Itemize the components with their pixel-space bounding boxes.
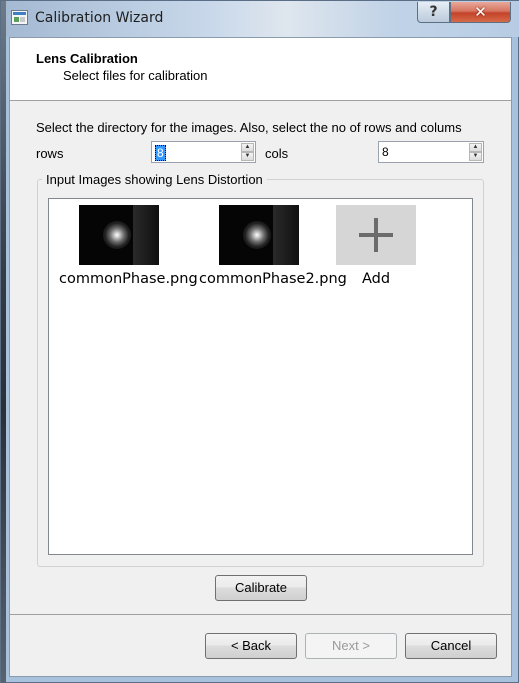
cols-down-arrow-icon[interactable]: ▼ [469, 152, 482, 161]
plus-icon[interactable] [336, 205, 416, 265]
help-button[interactable]: ? [417, 2, 450, 23]
rows-up-arrow-icon[interactable]: ▲ [241, 143, 254, 152]
background-window-edge [1, 1, 6, 683]
page-subtitle: Select files for calibration [63, 68, 208, 83]
footer-divider [10, 614, 511, 615]
wizard-client-area: Lens Calibration Select files for calibr… [9, 37, 512, 677]
image-filename: commonPhase.png [59, 271, 198, 287]
instruction-text: Select the directory for the images. Als… [36, 120, 462, 135]
cols-spinbox[interactable]: 8 ▲ ▼ [378, 141, 484, 163]
title-bar[interactable]: Calibration Wizard ? ✕ [1, 1, 519, 37]
add-label: Add [361, 271, 391, 287]
image-item[interactable]: commonPhase.png [59, 205, 198, 287]
image-thumbnail [219, 205, 299, 265]
input-images-group-title: Input Images showing Lens Distortion [42, 172, 267, 187]
rows-spinbox[interactable]: 8 ▲ ▼ [151, 141, 256, 163]
image-item[interactable]: commonPhase2.png [199, 205, 347, 287]
close-button[interactable]: ✕ [450, 2, 511, 23]
window-title: Calibration Wizard [35, 10, 164, 26]
help-icon: ? [429, 4, 438, 20]
wizard-header: Lens Calibration Select files for calibr… [10, 38, 511, 101]
add-image-item[interactable]: Add [316, 205, 436, 287]
next-button[interactable]: Next > [305, 633, 397, 659]
image-filename: commonPhase2.png [199, 271, 347, 287]
close-icon: ✕ [474, 3, 487, 21]
page-title: Lens Calibration [36, 51, 138, 66]
calibrate-button[interactable]: Calibrate [215, 575, 307, 601]
cols-up-arrow-icon[interactable]: ▲ [469, 143, 482, 152]
cancel-button[interactable]: Cancel [405, 633, 497, 659]
back-button[interactable]: < Back [205, 633, 297, 659]
cols-label: cols [265, 146, 289, 161]
cols-value[interactable]: 8 [382, 145, 389, 159]
rows-down-arrow-icon[interactable]: ▼ [241, 152, 254, 161]
image-list[interactable]: commonPhase.png commonPhase2.png Add [48, 198, 473, 555]
rows-label: rows [36, 146, 64, 161]
image-thumbnail [79, 205, 159, 265]
calibration-wizard-window: Calibration Wizard ? ✕ Lens Calibration … [0, 0, 519, 683]
rows-value[interactable]: 8 [155, 145, 166, 161]
app-icon [11, 10, 28, 25]
